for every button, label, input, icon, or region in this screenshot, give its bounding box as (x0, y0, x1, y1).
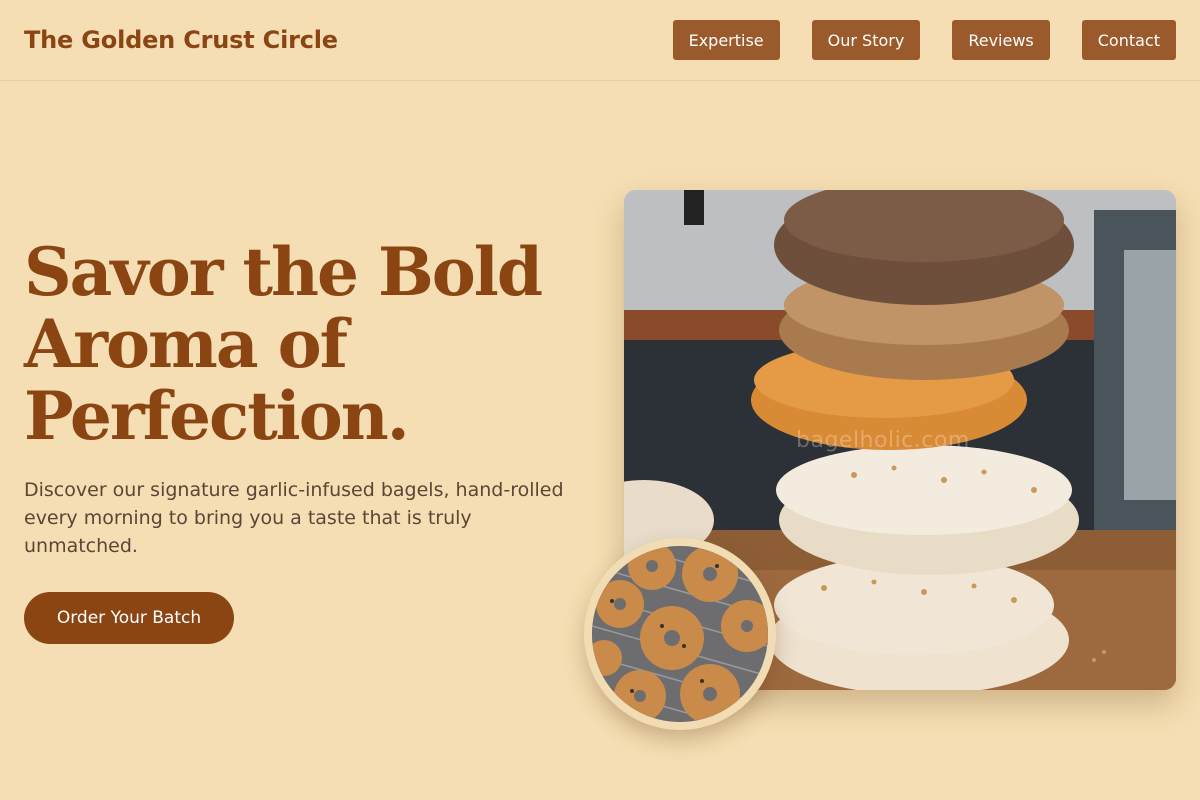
nav-contact-button[interactable]: Contact (1081, 20, 1176, 60)
nav-our-story-button[interactable]: Our Story (811, 20, 921, 60)
cooling-rack-illustration (592, 546, 768, 722)
main-nav: Expertise Our Story Reviews Contact (672, 20, 1176, 60)
hero-subtitle: Discover our signature garlic-infused ba… (24, 479, 564, 557)
photo-watermark: bagelholic.com (796, 428, 970, 453)
nav-expertise-button[interactable]: Expertise (672, 20, 780, 60)
site-header: The Golden Crust Circle Expertise Our St… (0, 0, 1200, 81)
order-batch-button[interactable]: Order Your Batch (24, 592, 234, 644)
bagels-on-cooling-rack-photo (584, 538, 776, 730)
brand-logo-text[interactable]: The Golden Crust Circle (24, 26, 338, 54)
hero-title-line-3: Perfection. (24, 377, 410, 455)
nav-reviews-button[interactable]: Reviews (952, 20, 1050, 60)
hero-title-line-2: Aroma of (24, 305, 348, 383)
hero-title-line-1: Savor the Bold (24, 233, 543, 311)
hero-title: Savor the Bold Aroma of Perfection. (24, 236, 584, 452)
